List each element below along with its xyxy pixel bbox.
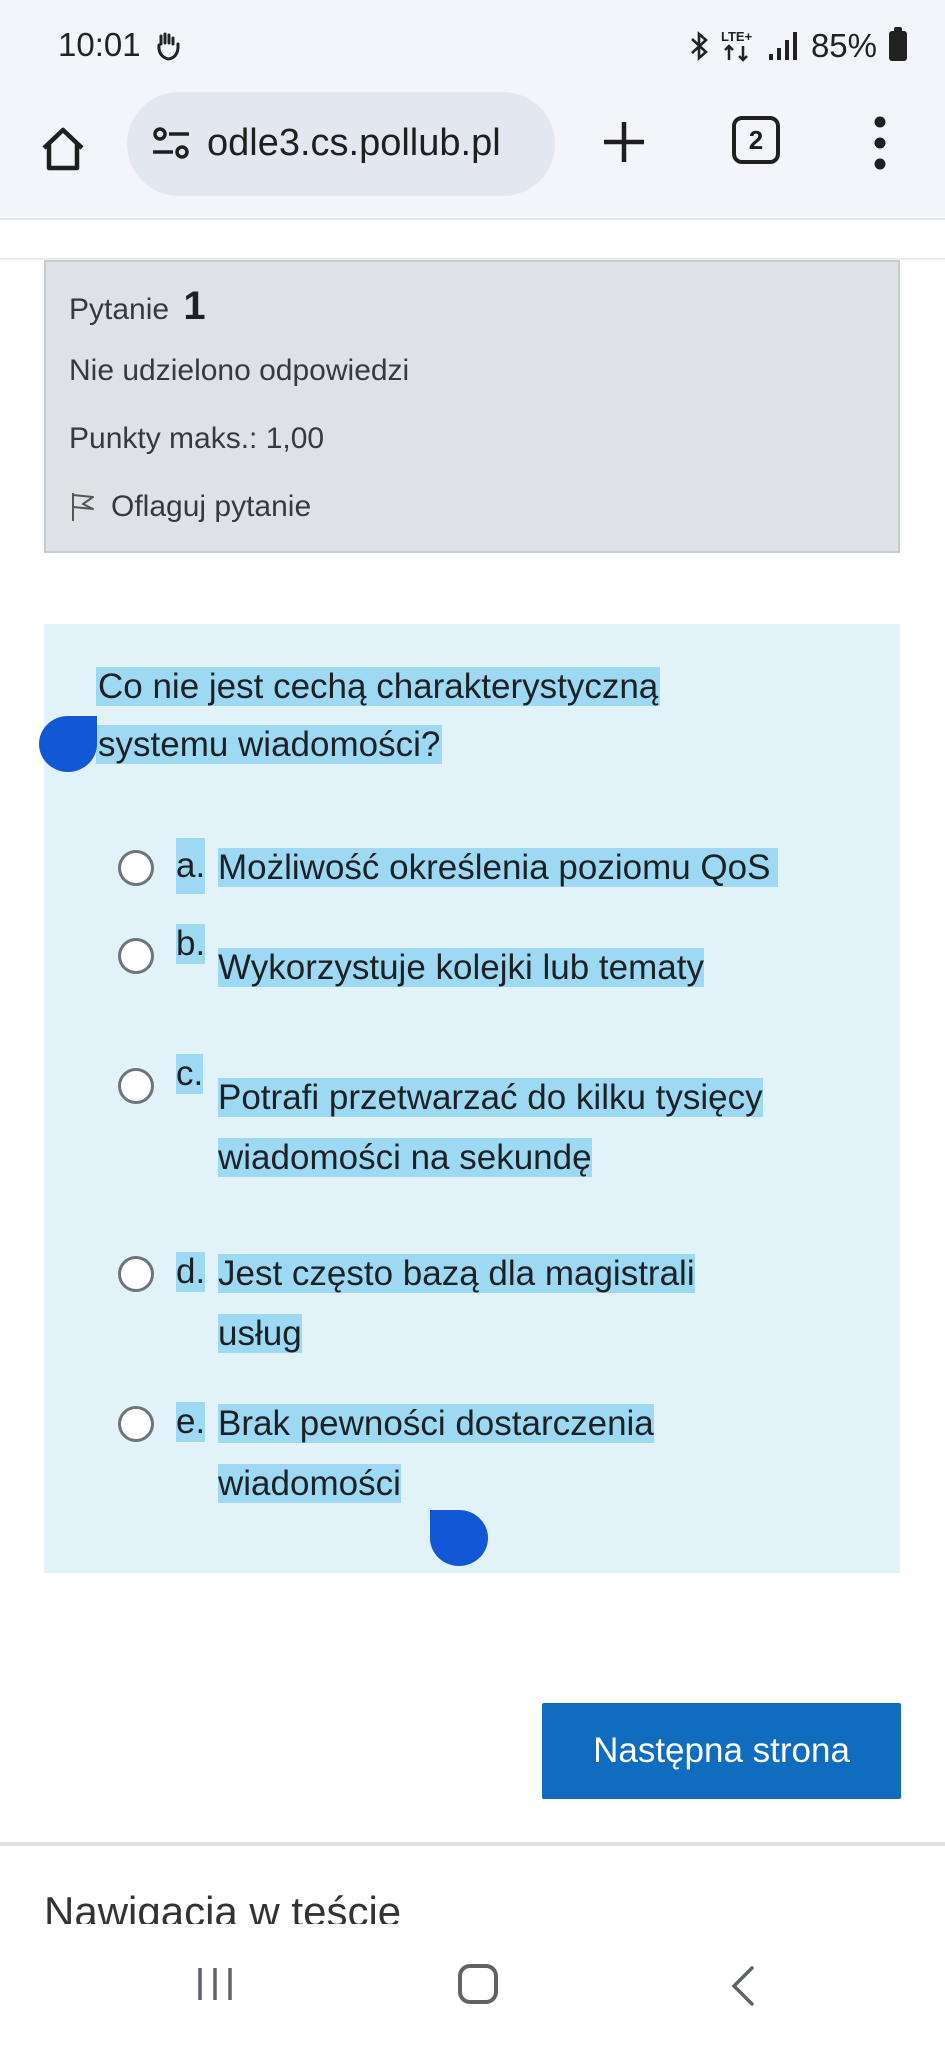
answer-text-line: Możliwość określenia poziomu QoS	[218, 848, 779, 887]
tab-switcher-button[interactable]: 2	[732, 116, 780, 164]
next-page-button[interactable]: Następna strona	[542, 1703, 901, 1799]
radio-button[interactable]	[118, 1406, 154, 1442]
question-label-text: Pytanie	[69, 293, 170, 326]
answer-text-line: Potrafi przetwarzać do kilku tysięcy	[218, 1078, 763, 1117]
answer-text-line: Brak pewności dostarczenia	[218, 1404, 654, 1443]
answer-text-line: usług	[218, 1314, 302, 1353]
bluetooth-icon	[691, 31, 708, 61]
answer-letter: c.	[176, 1054, 204, 1094]
lte-text: LTE+	[721, 29, 753, 44]
question-text-line: systemu wiadomości?	[96, 725, 443, 764]
answer-text: Możliwość określenia poziomu QoS	[218, 838, 858, 898]
flag-question-link[interactable]: Oflaguj pytanie	[69, 490, 311, 524]
flag-question-label[interactable]: Oflaguj pytanie	[111, 490, 311, 524]
answer-letter: a.	[176, 838, 206, 894]
gesture-icon	[157, 32, 180, 61]
tab-count: 2	[748, 124, 764, 155]
question-text: Co nie jest cechą charakterystyczną syst…	[96, 658, 736, 774]
browser-toolbar: odle3.cs.pollub.pl 2	[0, 92, 945, 220]
selection-end-handle[interactable]	[430, 1510, 488, 1566]
answer-text: Wykorzystuje kolejki lub tematy	[218, 938, 858, 998]
radio-button[interactable]	[118, 1256, 154, 1292]
status-bar: 10:01 LTE+ 85%	[0, 0, 945, 92]
answer-text-line: Jest często bazą dla magistrali	[218, 1254, 695, 1293]
question-text-line: Co nie jest cechą charakterystyczną	[96, 667, 661, 706]
answer-text-line: Wykorzystuje kolejki lub tematy	[218, 948, 704, 987]
new-tab-icon[interactable]	[600, 118, 648, 166]
system-navigation-bar	[0, 1924, 945, 2048]
battery-percent: 85%	[810, 27, 877, 64]
question-status: Nie udzielono odpowiedzi	[69, 354, 410, 387]
home-icon[interactable]	[38, 124, 88, 174]
site-settings-icon[interactable]	[151, 126, 191, 162]
answer-letter: d.	[176, 1252, 206, 1292]
answer-text-line: wiadomości na sekundę	[218, 1138, 592, 1177]
answer-text: Brak pewności dostarczenia wiadomości	[218, 1394, 858, 1514]
home-nav-icon[interactable]	[458, 1964, 498, 2004]
lte-icon: LTE+	[721, 29, 753, 62]
answer-text: Jest często bazą dla magistrali usług	[218, 1244, 858, 1364]
status-time: 10:01	[58, 26, 141, 63]
section-divider	[0, 1842, 945, 1846]
answer-text-line: wiadomości	[218, 1464, 401, 1503]
question-points: Punkty maks.: 1,00	[69, 422, 325, 455]
question-number: 1	[183, 284, 206, 328]
battery-icon	[889, 27, 907, 61]
url-text[interactable]: odle3.cs.pollub.pl	[207, 122, 501, 165]
question-info-box: Pytanie 1 Nie udzielono odpowiedzi Punkt…	[44, 260, 900, 553]
answer-text: Potrafi przetwarzać do kilku tysięcy wia…	[218, 1068, 858, 1188]
question-label: Pytanie 1	[69, 284, 206, 329]
radio-button[interactable]	[118, 1068, 154, 1104]
quiz-navigation-heading: Nawigacja w teście	[44, 1888, 402, 1924]
recent-apps-icon[interactable]	[194, 1964, 236, 2004]
radio-button[interactable]	[118, 938, 154, 974]
status-icons: LTE+ 85%	[689, 26, 907, 66]
flag-icon	[72, 493, 94, 521]
back-icon[interactable]	[724, 1962, 764, 2010]
radio-button[interactable]	[118, 850, 154, 886]
signal-icon	[768, 32, 797, 60]
url-bar[interactable]: odle3.cs.pollub.pl	[127, 92, 555, 196]
selection-start-handle[interactable]	[39, 716, 97, 772]
more-menu-icon[interactable]	[873, 116, 887, 170]
question-box: Co nie jest cechą charakterystyczną syst…	[44, 624, 900, 1573]
answer-letter: b.	[176, 924, 206, 964]
answer-letter: e.	[176, 1402, 206, 1442]
